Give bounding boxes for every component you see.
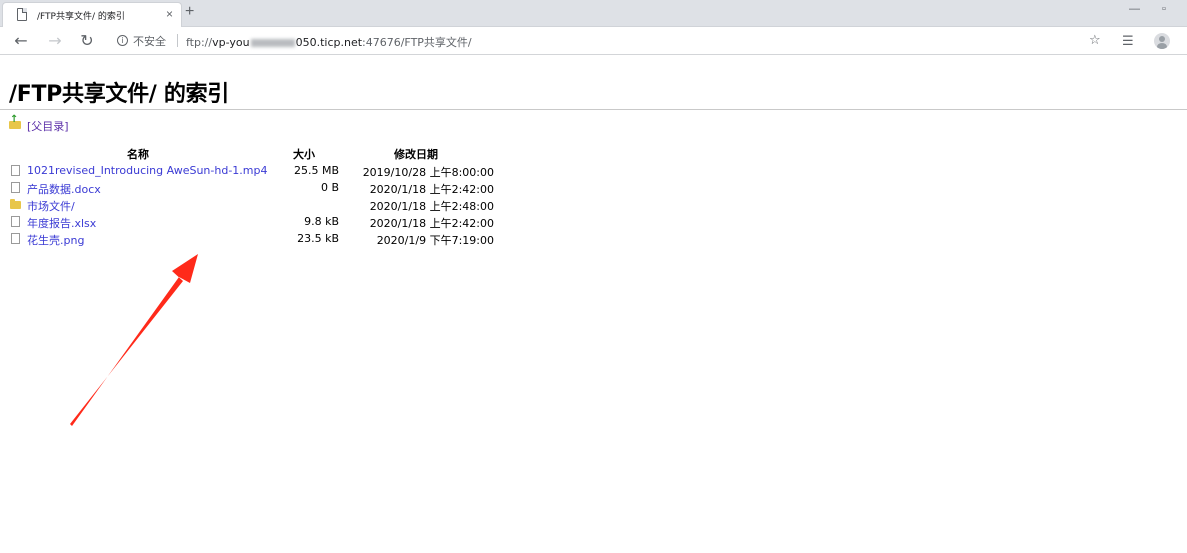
annotation-arrow [70, 254, 198, 426]
